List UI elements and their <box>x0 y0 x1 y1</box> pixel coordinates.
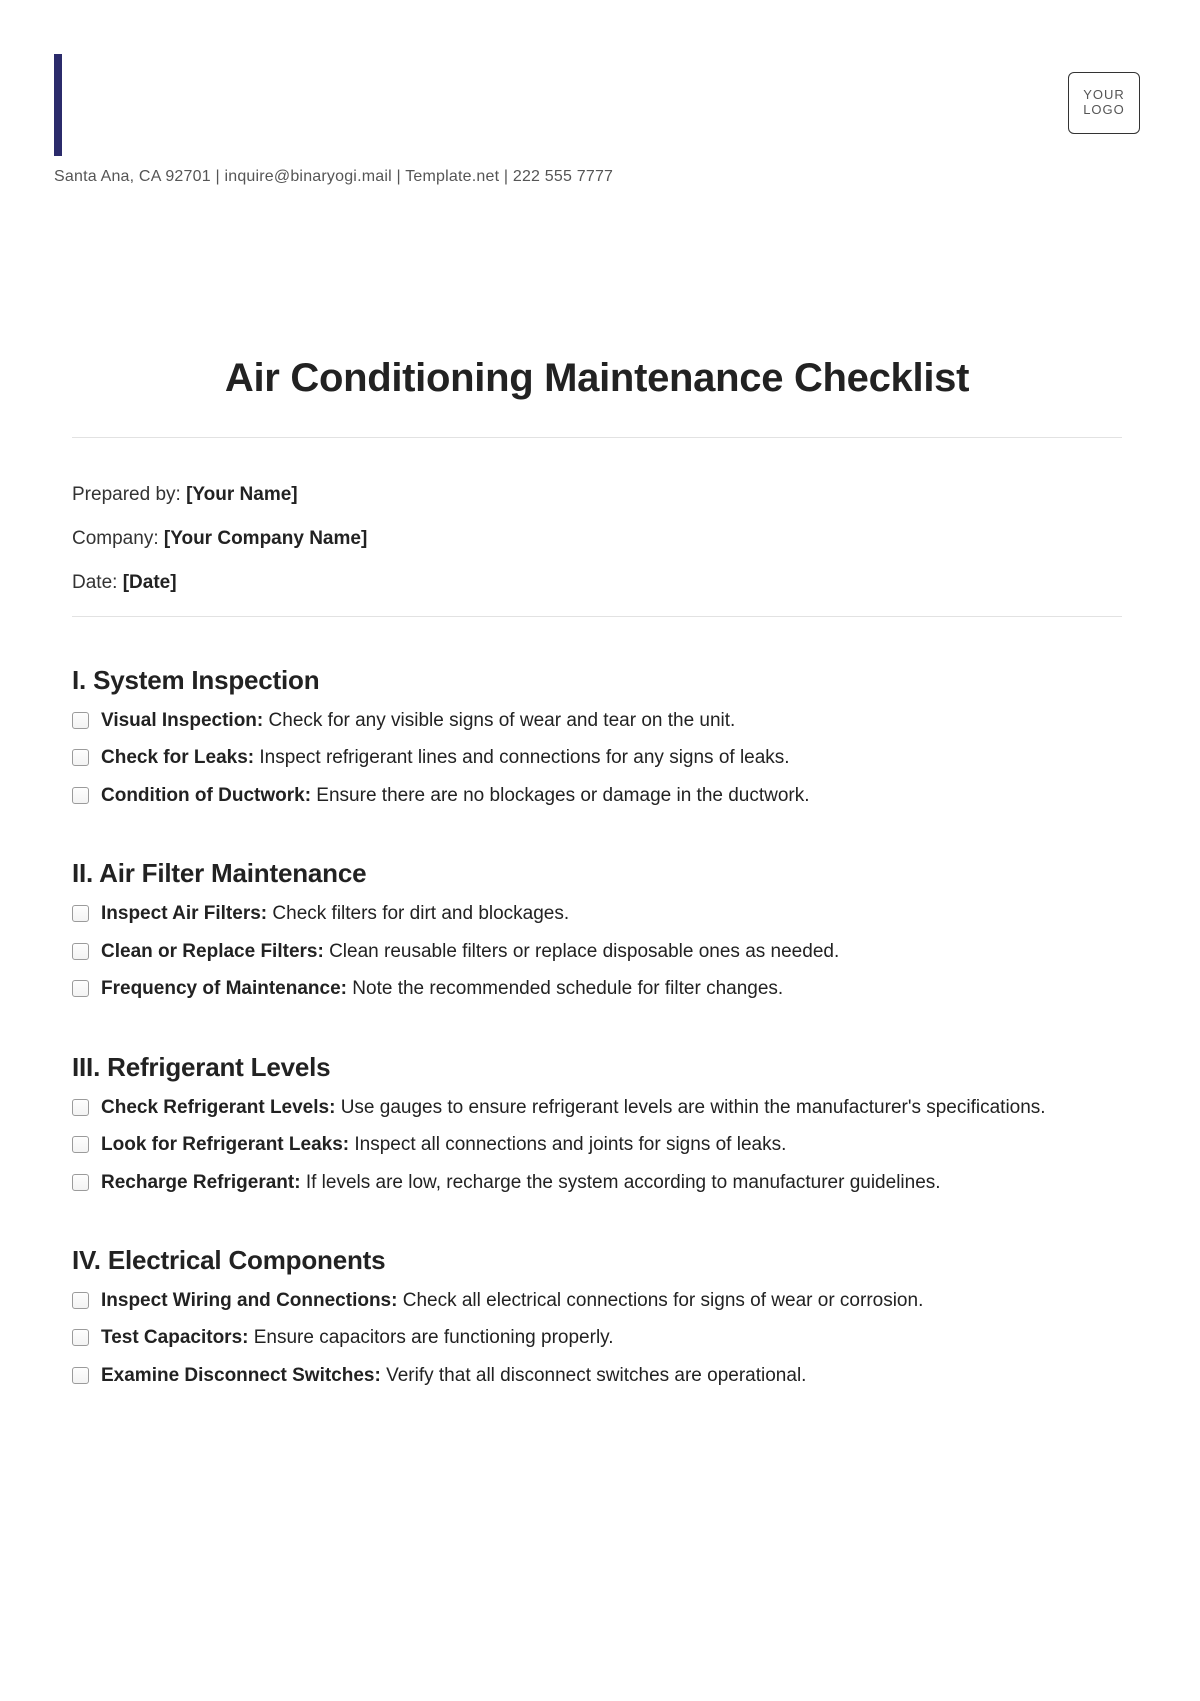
header: YOUR LOGO <box>54 54 1140 164</box>
prepared-by-row: Prepared by: [Your Name] <box>72 484 1122 506</box>
checklist-item-text: Condition of Ductwork: Ensure there are … <box>101 781 1122 810</box>
date-row: Date: [Date] <box>72 572 1122 594</box>
checklist-item-desc: Clean reusable filters or replace dispos… <box>324 941 839 962</box>
checklist-item-bold: Visual Inspection: <box>101 710 263 731</box>
sections-container: I. System Inspection Visual Inspection: C… <box>54 665 1140 1390</box>
logo-placeholder: YOUR LOGO <box>1068 72 1140 134</box>
date-label: Date: <box>72 572 123 593</box>
checklist-item-bold: Test Capacitors: <box>101 1327 248 1348</box>
checkbox-icon[interactable] <box>72 943 89 960</box>
checklist-item-bold: Inspect Wiring and Connections: <box>101 1290 397 1311</box>
checklist-item-bold: Frequency of Maintenance: <box>101 978 347 999</box>
contact-line: Santa Ana, CA 92701 | inquire@binaryogi.… <box>54 168 1140 186</box>
checklist-item-bold: Examine Disconnect Switches: <box>101 1365 381 1386</box>
meta-block: Prepared by: [Your Name] Company: [Your … <box>54 438 1140 594</box>
company-label: Company: <box>72 528 164 549</box>
checklist-item-desc: Verify that all disconnect switches are … <box>381 1365 807 1386</box>
section: I. System Inspection Visual Inspection: C… <box>72 665 1122 810</box>
checkbox-icon[interactable] <box>72 712 89 729</box>
section-heading: III. Refrigerant Levels <box>72 1052 1122 1083</box>
document-page: YOUR LOGO Santa Ana, CA 92701 | inquire@… <box>0 0 1200 1430</box>
checklist-item: Inspect Wiring and Connections: Check al… <box>72 1286 1122 1315</box>
checklist-item-desc: Check all electrical connections for sig… <box>397 1290 923 1311</box>
checkbox-icon[interactable] <box>72 1136 89 1153</box>
document-title: Air Conditioning Maintenance Checklist <box>54 356 1140 401</box>
checklist-item-text: Examine Disconnect Switches: Verify that… <box>101 1361 1122 1390</box>
checklist-item: Check Refrigerant Levels: Use gauges to … <box>72 1093 1122 1122</box>
checklist-item: Frequency of Maintenance: Note the recom… <box>72 974 1122 1003</box>
section-heading: I. System Inspection <box>72 665 1122 696</box>
checkbox-icon[interactable] <box>72 1292 89 1309</box>
checklist-item-bold: Check Refrigerant Levels: <box>101 1097 335 1118</box>
checklist-item: Visual Inspection: Check for any visible… <box>72 706 1122 735</box>
checklist-item-text: Frequency of Maintenance: Note the recom… <box>101 974 1122 1003</box>
checklist-item: Inspect Air Filters: Check filters for d… <box>72 899 1122 928</box>
checklist-item: Examine Disconnect Switches: Verify that… <box>72 1361 1122 1390</box>
checklist-item: Look for Refrigerant Leaks: Inspect all … <box>72 1130 1122 1159</box>
checkbox-icon[interactable] <box>72 1367 89 1384</box>
checklist-item: Recharge Refrigerant: If levels are low,… <box>72 1168 1122 1197</box>
checkbox-icon[interactable] <box>72 905 89 922</box>
checklist-item: Clean or Replace Filters: Clean reusable… <box>72 937 1122 966</box>
checklist-item-text: Inspect Air Filters: Check filters for d… <box>101 899 1122 928</box>
checklist-item-bold: Clean or Replace Filters: <box>101 941 324 962</box>
checklist-item-bold: Recharge Refrigerant: <box>101 1172 301 1193</box>
section-heading: II. Air Filter Maintenance <box>72 858 1122 889</box>
checkbox-icon[interactable] <box>72 1099 89 1116</box>
checklist-item: Condition of Ductwork: Ensure there are … <box>72 781 1122 810</box>
section: III. Refrigerant Levels Check Refrigerant… <box>72 1052 1122 1197</box>
checklist-item-desc: Inspect refrigerant lines and connection… <box>254 747 789 768</box>
checklist-item-text: Check Refrigerant Levels: Use gauges to … <box>101 1093 1122 1122</box>
checklist-item-desc: Ensure there are no blockages or damage … <box>311 785 810 806</box>
checklist-item-desc: If levels are low, recharge the system a… <box>301 1172 941 1193</box>
checklist-item-desc: Check for any visible signs of wear and … <box>263 710 735 731</box>
checklist-item-text: Visual Inspection: Check for any visible… <box>101 706 1122 735</box>
checklist-item-text: Inspect Wiring and Connections: Check al… <box>101 1286 1122 1315</box>
checklist-item-text: Look for Refrigerant Leaks: Inspect all … <box>101 1130 1122 1159</box>
section: IV. Electrical Components Inspect Wiring … <box>72 1245 1122 1390</box>
checklist-item-desc: Use gauges to ensure refrigerant levels … <box>335 1097 1045 1118</box>
checklist-item-bold: Condition of Ductwork: <box>101 785 311 806</box>
checkbox-icon[interactable] <box>72 980 89 997</box>
divider <box>72 616 1122 617</box>
company-row: Company: [Your Company Name] <box>72 528 1122 550</box>
checklist-item-desc: Inspect all connections and joints for s… <box>349 1134 786 1155</box>
checklist-item-bold: Inspect Air Filters: <box>101 903 267 924</box>
checkbox-icon[interactable] <box>72 749 89 766</box>
date-value: [Date] <box>123 572 177 593</box>
company-value: [Your Company Name] <box>164 528 367 549</box>
checklist-item-bold: Look for Refrigerant Leaks: <box>101 1134 349 1155</box>
checklist-item: Test Capacitors: Ensure capacitors are f… <box>72 1323 1122 1352</box>
checklist-item: Check for Leaks: Inspect refrigerant lin… <box>72 743 1122 772</box>
checklist-item-text: Test Capacitors: Ensure capacitors are f… <box>101 1323 1122 1352</box>
prepared-by-value: [Your Name] <box>186 484 298 505</box>
checklist-item-bold: Check for Leaks: <box>101 747 254 768</box>
section-heading: IV. Electrical Components <box>72 1245 1122 1276</box>
prepared-by-label: Prepared by: <box>72 484 186 505</box>
checklist-item-text: Clean or Replace Filters: Clean reusable… <box>101 937 1122 966</box>
logo-text: YOUR LOGO <box>1069 88 1139 118</box>
section: II. Air Filter Maintenance Inspect Air Fi… <box>72 858 1122 1003</box>
accent-bar <box>54 54 62 156</box>
checklist-item-text: Check for Leaks: Inspect refrigerant lin… <box>101 743 1122 772</box>
checklist-item-desc: Note the recommended schedule for filter… <box>347 978 783 999</box>
checkbox-icon[interactable] <box>72 787 89 804</box>
checkbox-icon[interactable] <box>72 1174 89 1191</box>
checklist-item-desc: Check filters for dirt and blockages. <box>267 903 569 924</box>
checklist-item-text: Recharge Refrigerant: If levels are low,… <box>101 1168 1122 1197</box>
checkbox-icon[interactable] <box>72 1329 89 1346</box>
checklist-item-desc: Ensure capacitors are functioning proper… <box>248 1327 613 1348</box>
